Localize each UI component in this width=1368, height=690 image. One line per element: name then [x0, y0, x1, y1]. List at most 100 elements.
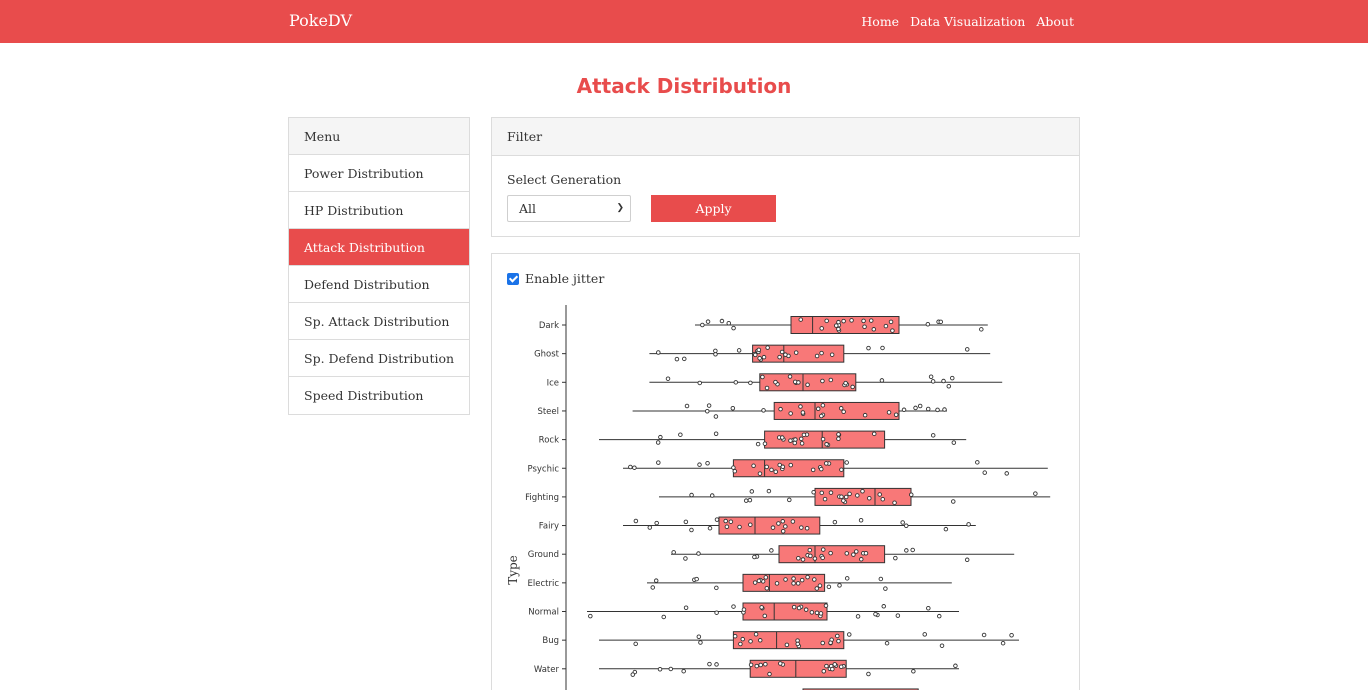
point-ice: [930, 379, 936, 384]
generation-select[interactable]: All ❯: [507, 195, 631, 222]
brand-logo[interactable]: PokeDV: [289, 11, 352, 30]
point-dark: [700, 322, 705, 328]
point-steel: [913, 405, 918, 411]
point-ghost: [829, 352, 835, 357]
point-fairy: [943, 526, 949, 532]
point-bug: [836, 638, 841, 644]
point-water: [758, 662, 763, 668]
menu-item-sp-defend-distribution[interactable]: Sp. Defend Distribution: [289, 340, 469, 377]
menu-item-defend-distribution[interactable]: Defend Distribution: [289, 266, 469, 303]
point-ice: [828, 377, 834, 383]
point-steel: [917, 403, 923, 409]
point-ice: [950, 375, 955, 381]
point-fighting: [819, 490, 825, 496]
nav-link-data-visualization[interactable]: Data Visualization: [910, 14, 1025, 29]
menu-item-hp-distribution[interactable]: HP Distribution: [289, 192, 469, 229]
point-dark: [979, 327, 984, 332]
point-electric: [714, 585, 719, 591]
navbar: PokeDV Home Data Visualization About: [0, 0, 1368, 43]
point-ice: [879, 378, 885, 383]
point-fighting: [855, 493, 860, 498]
point-psychic: [780, 464, 786, 470]
y-tick-label-fairy: Fairy: [539, 522, 559, 532]
point-normal: [588, 613, 593, 619]
point-fighting: [1033, 491, 1038, 496]
point-bug: [795, 641, 800, 647]
point-fighting: [841, 498, 846, 503]
point-fairy: [714, 517, 720, 522]
point-ghost: [765, 345, 770, 350]
menu-item-speed-distribution[interactable]: Speed Distribution: [289, 377, 469, 414]
point-ground: [820, 555, 825, 561]
point-bug: [757, 638, 763, 643]
nav-link-home[interactable]: Home: [861, 14, 899, 29]
point-normal: [661, 614, 666, 620]
point-psychic: [982, 470, 987, 475]
point-steel: [838, 406, 844, 411]
point-fighting: [811, 490, 816, 495]
nav-link-about[interactable]: About: [1036, 14, 1074, 29]
point-dark: [836, 326, 841, 332]
point-dark: [726, 320, 732, 326]
menu-item-power-distribution[interactable]: Power Distribution: [289, 155, 469, 192]
point-steel: [684, 403, 690, 409]
point-ghost: [819, 350, 824, 356]
point-water: [763, 661, 768, 667]
point-electric: [653, 578, 659, 583]
point-water: [830, 666, 835, 672]
point-psychic: [751, 463, 756, 469]
point-normal: [823, 603, 829, 608]
point-fighting: [909, 492, 914, 497]
point-psychic: [839, 467, 844, 472]
point-normal: [803, 607, 809, 612]
box-normal: [742, 602, 828, 621]
point-bug: [981, 632, 987, 638]
point-electric: [799, 577, 805, 583]
point-dark: [834, 323, 839, 328]
point-electric: [650, 585, 655, 590]
point-ground: [910, 547, 915, 553]
point-normal: [741, 607, 747, 612]
point-steel: [761, 408, 766, 413]
point-fighting: [749, 489, 755, 494]
point-bug: [696, 634, 702, 640]
y-tick-label-water: Water: [534, 665, 560, 675]
point-electric: [814, 586, 820, 591]
menu-item-attack-distribution[interactable]: Attack Distribution: [289, 229, 469, 266]
point-psychic: [656, 460, 661, 465]
apply-button[interactable]: Apply: [651, 195, 776, 222]
menu-item-sp-attack-distribution[interactable]: Sp. Attack Distribution: [289, 303, 469, 340]
point-normal: [714, 610, 719, 615]
point-fighting: [860, 489, 865, 494]
point-ice: [820, 378, 825, 384]
y-tick-label-ice: Ice: [547, 378, 559, 388]
point-psychic: [697, 462, 702, 467]
point-dark: [938, 319, 944, 325]
y-tick-label-steel: Steel: [537, 407, 559, 417]
point-electric: [812, 577, 817, 582]
point-dark: [841, 318, 846, 324]
point-fairy: [900, 520, 905, 525]
point-ice: [928, 374, 934, 379]
y-tick-label-dark: Dark: [539, 321, 559, 331]
point-ground: [696, 551, 701, 556]
point-ground: [796, 556, 801, 561]
point-ice: [748, 380, 753, 386]
point-ground: [851, 552, 856, 557]
point-ghost: [674, 356, 680, 362]
point-ground: [863, 551, 869, 556]
point-electric: [883, 586, 888, 591]
point-ground: [812, 556, 818, 561]
point-fairy: [770, 525, 776, 530]
point-dark: [824, 318, 829, 324]
point-steel: [935, 407, 940, 413]
point-fairy: [723, 518, 728, 524]
point-water: [668, 666, 674, 672]
point-electric: [844, 576, 850, 581]
point-water: [748, 662, 754, 668]
point-dark: [883, 323, 889, 329]
point-steel: [705, 409, 710, 414]
point-electric: [817, 583, 823, 588]
point-rock: [871, 431, 877, 437]
point-fairy: [737, 524, 742, 530]
